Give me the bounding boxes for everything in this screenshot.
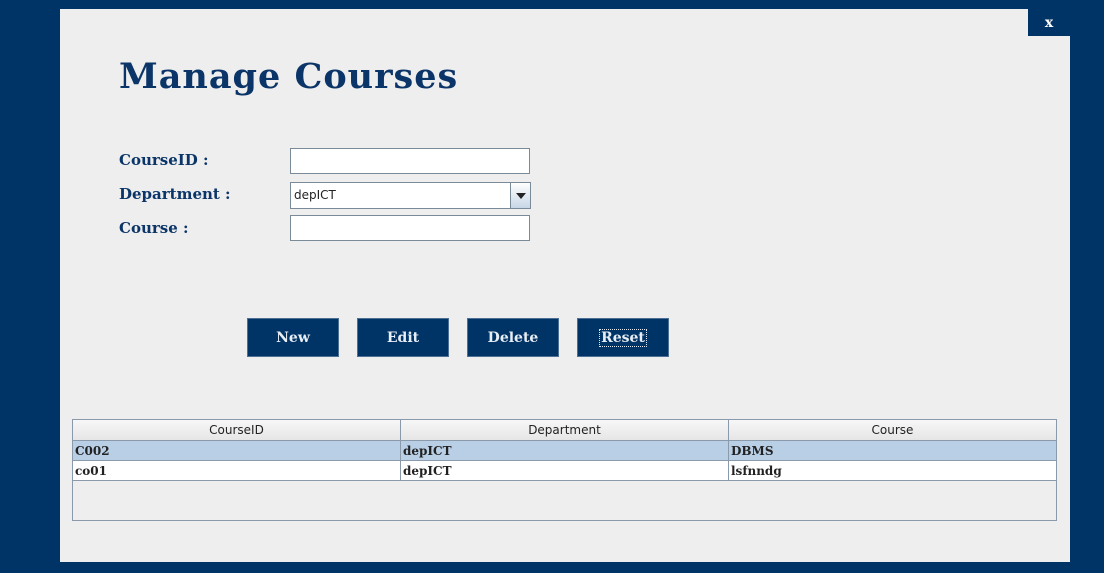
course-id-input[interactable]	[290, 148, 530, 174]
delete-button-label: Delete	[487, 329, 539, 346]
cell-course-id: C002	[73, 441, 401, 460]
column-header-course-id[interactable]: CourseID	[73, 420, 401, 440]
course-input[interactable]	[290, 215, 530, 241]
chevron-down-icon[interactable]	[510, 183, 530, 208]
cell-department: depICT	[401, 461, 729, 480]
edit-button[interactable]: Edit	[357, 318, 449, 357]
cell-course: DBMS	[731, 443, 774, 458]
cell-course-id: co01	[73, 461, 401, 480]
course-id-label: CourseID :	[119, 151, 209, 169]
column-header-department[interactable]: Department	[401, 420, 729, 440]
edit-button-label: Edit	[386, 329, 420, 346]
new-button-label: New	[276, 329, 310, 346]
delete-button[interactable]: Delete	[467, 318, 559, 357]
table-row[interactable]: C002 depICT DBMS	[73, 441, 1056, 461]
courses-table[interactable]: CourseID Department Course C002 depICT D…	[72, 419, 1057, 521]
course-label: Course :	[119, 219, 189, 237]
close-button[interactable]: x	[1028, 9, 1070, 36]
department-select[interactable]: depICT	[290, 182, 531, 209]
new-button[interactable]: New	[247, 318, 339, 357]
page-title: Manage Courses	[119, 56, 459, 97]
cell-course: lsfnndg	[731, 463, 782, 478]
department-selected-value: depICT	[294, 188, 336, 202]
cell-department: depICT	[401, 441, 729, 460]
department-label: Department :	[119, 185, 231, 203]
column-header-course[interactable]: Course	[729, 420, 1056, 440]
reset-button-label: Reset	[599, 328, 647, 347]
reset-button[interactable]: Reset	[577, 318, 669, 357]
close-label: x	[1044, 14, 1054, 31]
table-header: CourseID Department Course	[73, 420, 1056, 441]
table-row[interactable]: co01 depICT lsfnndg	[73, 461, 1056, 481]
